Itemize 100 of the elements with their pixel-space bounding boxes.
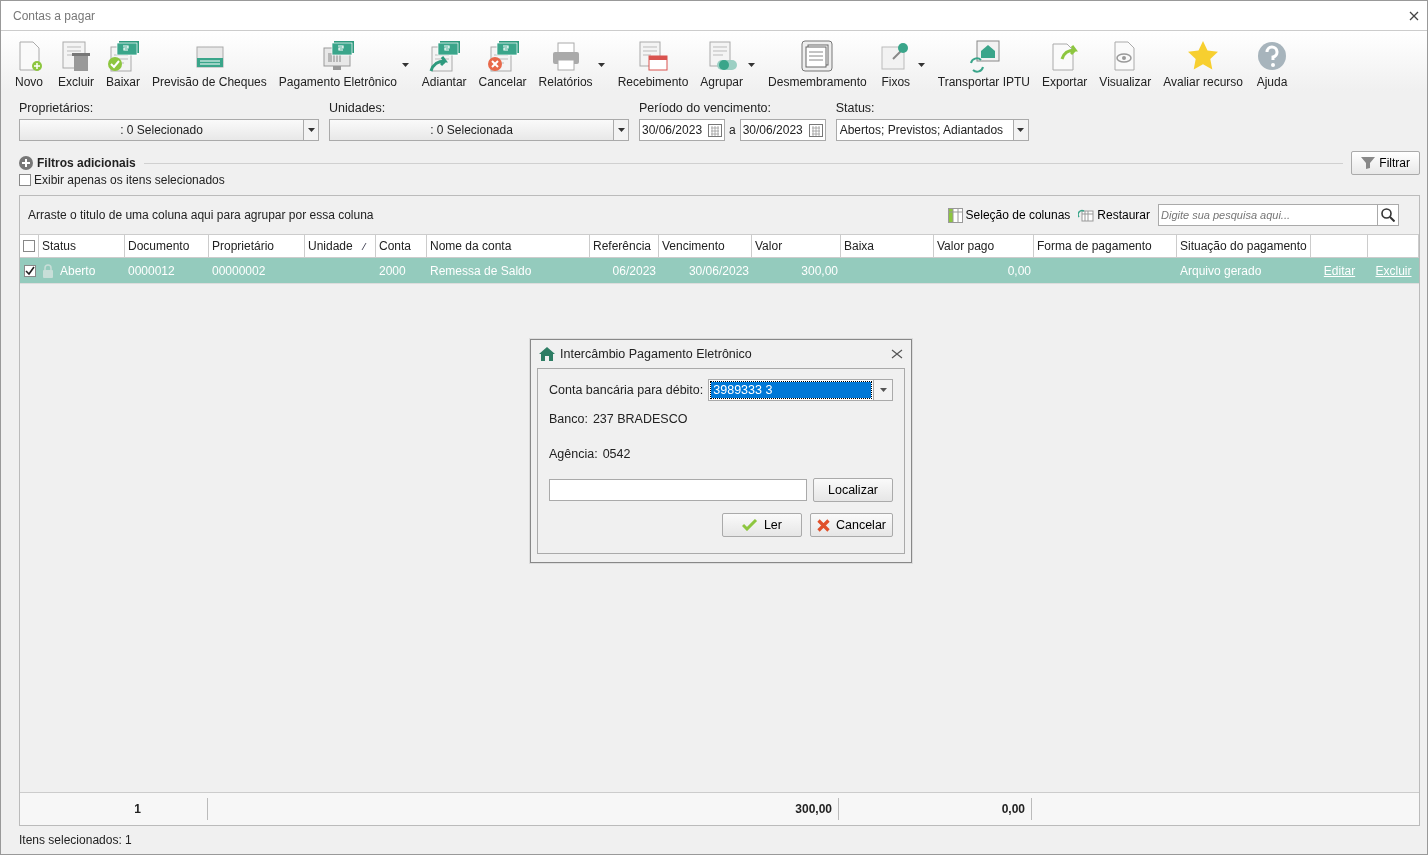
columns-icon: [947, 207, 963, 223]
column-header[interactable]: Referência: [590, 235, 659, 257]
toolbar-button[interactable]: Adiantar: [418, 39, 470, 89]
account-dropdown[interactable]: 3989333 3: [708, 379, 893, 401]
toolbar-button[interactable]: Excluir: [55, 39, 97, 89]
calendar-icon: [636, 39, 670, 73]
row-checkbox[interactable]: [23, 264, 36, 277]
calendar-icon[interactable]: [708, 123, 722, 137]
toolbar-button[interactable]: Baixar: [103, 39, 144, 89]
dropdown-arrow-icon[interactable]: [748, 63, 756, 67]
table-cell: 2000: [379, 263, 406, 278]
checkbox[interactable]: [19, 174, 31, 186]
cancel-money-icon: [485, 39, 520, 73]
select-all-checkbox[interactable]: [23, 240, 35, 252]
read-button[interactable]: Ler: [721, 513, 802, 537]
date-field[interactable]: 30/06/2023: [739, 119, 826, 141]
toolbar-button[interactable]: Recebimento: [614, 39, 692, 89]
range-separator: a: [729, 123, 736, 137]
field-label: Proprietários:: [19, 101, 95, 115]
field-label: Banco:: [549, 411, 588, 426]
field-value: 237 BRADESCO: [592, 411, 688, 426]
check-money-icon: [106, 39, 140, 73]
toolbar-button[interactable]: Avaliar recurso: [1160, 39, 1246, 89]
column-header[interactable]: Nome da conta: [427, 235, 590, 257]
owners-dropdown[interactable]: : 0 Selecionado: [19, 119, 319, 141]
dropdown-arrow-icon: [307, 128, 315, 132]
dropdown-arrow-icon: [1017, 128, 1025, 132]
close-icon[interactable]: [1409, 10, 1419, 21]
table-cell: 0000012: [128, 263, 175, 278]
table-cell: 00000002: [212, 263, 266, 278]
field-value: 0542: [602, 446, 631, 461]
column-header[interactable]: Baixa: [841, 235, 934, 257]
column-header[interactable]: Vencimento: [659, 235, 752, 257]
table-cell: Remessa de Saldo: [430, 263, 532, 278]
cross-icon: [816, 518, 830, 532]
column-header[interactable]: Conta: [376, 235, 427, 257]
search-icon: [1381, 208, 1395, 222]
status-text: Itens selecionados: 1: [19, 833, 132, 847]
search-button[interactable]: [1377, 205, 1398, 225]
section-title: Filtros adicionais: [37, 156, 136, 170]
stack-icon: [800, 39, 835, 73]
column-selection-button[interactable]: Seleção de colunas: [947, 207, 1071, 223]
toolbar-button[interactable]: Previsão de Cheques: [149, 39, 270, 89]
total-value: 1: [134, 802, 141, 816]
column-header[interactable]: Documento: [125, 235, 209, 257]
dropdown-arrow-icon[interactable]: [917, 63, 925, 67]
field-label: Status:: [835, 101, 876, 115]
restore-button[interactable]: Restaurar: [1078, 208, 1150, 222]
table-cell: Aberto: [60, 263, 96, 278]
table-cell: 06/2023: [612, 263, 656, 278]
toolbar-button[interactable]: Transportar IPTU: [934, 39, 1033, 89]
search-input[interactable]: [549, 479, 807, 501]
status-dropdown[interactable]: Abertos; Previstos; Adiantados: [835, 119, 1029, 141]
monitor-money-icon: [320, 39, 355, 73]
column-header[interactable]: Valor: [752, 235, 841, 257]
field-label: Período do vencimento:: [639, 101, 773, 115]
column-header[interactable]: Situação do pagamento: [1177, 235, 1311, 257]
trash-icon: [59, 39, 93, 73]
search-box[interactable]: Digite sua pesquisa aqui...: [1158, 204, 1399, 226]
toolbar-button[interactable]: Agrupar: [697, 39, 747, 89]
find-button[interactable]: Localizar: [813, 478, 893, 502]
table-cell: 300,00: [801, 263, 838, 278]
toolbar-button[interactable]: Desmembramento: [765, 39, 870, 89]
calendar-icon[interactable]: [808, 123, 823, 137]
toolbar-button[interactable]: Visualizar: [1096, 39, 1155, 89]
arrow-money-icon: [427, 39, 462, 73]
table-cell: Arquivo gerado: [1180, 263, 1262, 278]
toolbar-button[interactable]: Relatórios: [535, 39, 596, 89]
table-cell: 30/06/2023: [688, 263, 749, 278]
toolbar-button[interactable]: Cancelar: [475, 39, 530, 89]
column-header[interactable]: Valor pago: [934, 235, 1034, 257]
checkbox-label: Exibir apenas os itens selecionados: [34, 173, 225, 187]
dropdown-arrow-icon: [879, 388, 887, 392]
window-title: Contas a pagar: [13, 8, 96, 23]
column-header[interactable]: Proprietário: [209, 235, 305, 257]
table-cell: 0,00: [1007, 263, 1031, 278]
total-value: 0,00: [1001, 802, 1025, 816]
units-dropdown[interactable]: : 0 Selecionada: [329, 119, 629, 141]
cancel-button[interactable]: Cancelar: [809, 513, 893, 537]
expand-icon[interactable]: [19, 156, 33, 170]
field-label: Unidades:: [329, 101, 387, 115]
toolbar-button[interactable]: Ajuda: [1252, 39, 1292, 89]
column-header[interactable]: Status: [39, 235, 125, 257]
toolbar-button[interactable]: Novo: [9, 39, 49, 89]
dropdown-arrow-icon[interactable]: [401, 63, 409, 67]
dropdown-arrow-icon[interactable]: [597, 63, 605, 67]
close-icon[interactable]: [891, 349, 903, 359]
toolbar-button[interactable]: Pagamento Eletrônico: [275, 39, 400, 89]
column-header[interactable]: Unidade: [305, 235, 376, 257]
filter-button[interactable]: Filtrar: [1351, 151, 1420, 175]
house-icon: [539, 347, 555, 361]
filter-icon: [1361, 157, 1376, 169]
dropdown-arrow-icon: [617, 128, 625, 132]
restore-columns-icon: [1078, 208, 1095, 222]
toolbar-button[interactable]: Fixos: [875, 39, 916, 89]
column-header[interactable]: Forma de pagamento: [1034, 235, 1177, 257]
field-label: Conta bancária para débito:: [549, 383, 704, 397]
group-hint: Arraste o titulo de uma coluna aqui para agrupar por essa coluna: [28, 208, 374, 222]
toolbar-button[interactable]: Exportar: [1039, 39, 1091, 89]
date-field[interactable]: 30/06/2023: [639, 119, 725, 141]
